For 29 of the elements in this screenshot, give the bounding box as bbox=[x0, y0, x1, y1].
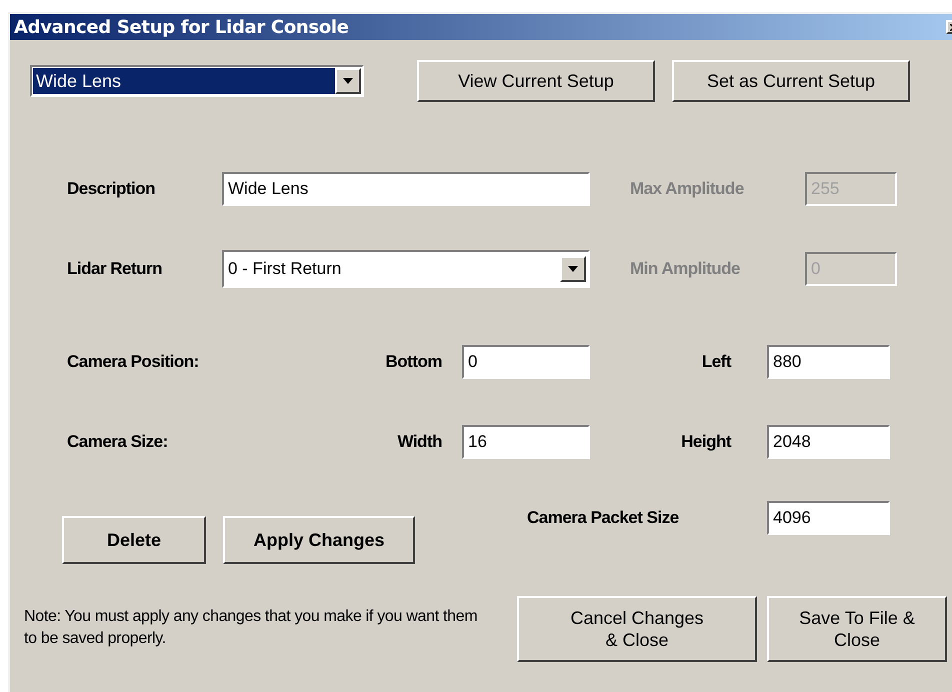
footer-button[interactable]: Save To File & Close bbox=[767, 596, 947, 662]
camera-size-second-label: Height bbox=[680, 431, 732, 454]
camera-size-first-label: Width bbox=[396, 431, 443, 454]
camera-size-first-field[interactable]: 16 bbox=[462, 425, 590, 459]
description-field[interactable]: Wide Lens bbox=[222, 172, 590, 206]
lidar-return-value: 0 - First Return bbox=[228, 258, 342, 280]
description-label: Description bbox=[67, 178, 156, 200]
footer-button[interactable]: Cancel Changes & Close bbox=[517, 596, 757, 662]
camera-position-second-field[interactable]: 880 bbox=[767, 345, 890, 379]
lidar-return-label: Lidar Return bbox=[67, 258, 164, 280]
camera-position-label: Camera Position: bbox=[67, 351, 200, 374]
setup-button[interactable]: View Current Setup bbox=[417, 60, 655, 102]
camera-size-label: Camera Size: bbox=[67, 431, 169, 454]
camera-packet-size-field[interactable]: 4096 bbox=[767, 501, 890, 535]
camera-size-second-field[interactable]: 2048 bbox=[767, 425, 890, 459]
window-title: Advanced Setup for Lidar Console bbox=[14, 16, 349, 40]
note-text: Note: You must apply any changes that you make if you want them to be saved properly. bbox=[24, 607, 478, 649]
setup-dropdown[interactable]: Wide Lens bbox=[30, 65, 364, 97]
lidar-return-dropdown[interactable]: 0 - First Return bbox=[222, 250, 590, 288]
setup-button[interactable]: Set as Current Setup bbox=[672, 60, 910, 102]
setup-dropdown-value: Wide Lens bbox=[33, 68, 335, 94]
camera-packet-size-label: Camera Packet Size bbox=[527, 507, 680, 530]
action-button[interactable]: Apply Changes bbox=[223, 516, 415, 564]
min-amplitude-label: Min Amplitude bbox=[630, 258, 741, 280]
camera-position-first-field[interactable]: 0 bbox=[462, 345, 590, 379]
camera-position-second-label: Left bbox=[700, 351, 732, 374]
camera-position-first-label: Bottom bbox=[384, 351, 443, 374]
max-amplitude-label: Max Amplitude bbox=[630, 178, 745, 200]
action-button[interactable]: Delete bbox=[62, 516, 206, 564]
